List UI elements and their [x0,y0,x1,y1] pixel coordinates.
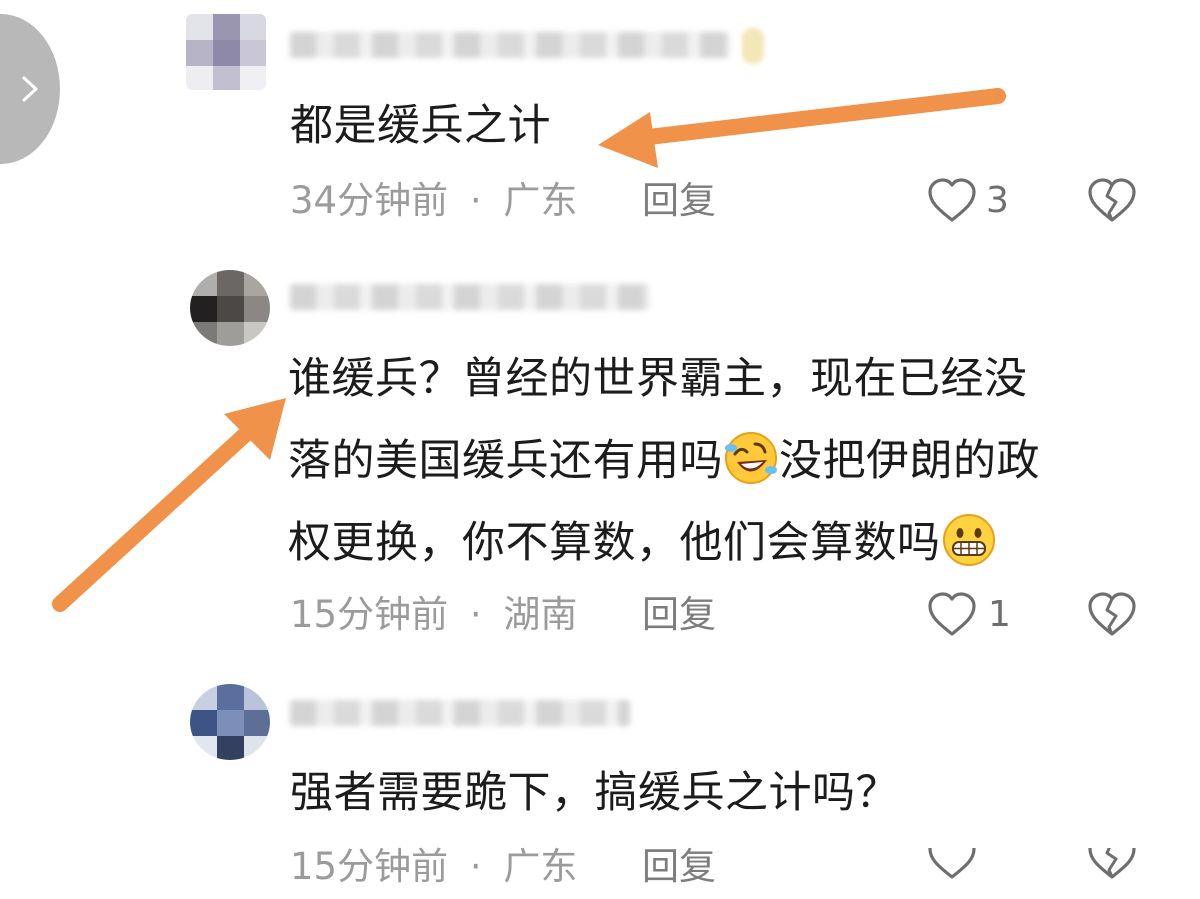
reply-button[interactable]: 回复 [642,844,716,890]
avatar[interactable] [190,684,270,760]
badge-icon [742,28,764,64]
like-count: 1 [988,594,1011,635]
broken-heart-icon[interactable] [1086,591,1138,639]
heart-outline-icon [928,848,976,879]
comment-item: 谁缓兵？曾经的世界霸主，现在已经没 落的美国缓兵还有用吗 没把伊朗的政 权更换，… [0,250,1200,660]
broken-heart-icon[interactable] [1086,177,1138,225]
comment-location: 广东 [503,845,578,888]
comment-meta: 15分钟前 · 广东 [290,844,577,890]
like-button[interactable] [926,848,986,899]
dislike-button[interactable] [1086,848,1142,899]
comment-meta: 34分钟前 · 广东 [290,178,577,224]
comment-location: 广东 [503,179,578,222]
heart-outline-icon [928,178,976,222]
comment-time: 34分钟前 [290,179,449,222]
comment-location: 湖南 [503,593,578,636]
comment-time: 15分钟前 [290,593,449,636]
comment-text: 谁缓兵？曾经的世界霸主，现在已经没 落的美国缓兵还有用吗 没把伊朗的政 权更换，… [288,354,1040,568]
like-count: 3 [986,180,1009,221]
avatar[interactable] [190,270,270,346]
rolling-laughing-emoji [725,431,777,484]
comment-text: 强者需要跪下，搞缓兵之计吗？ [290,768,899,818]
username[interactable] [290,32,730,58]
meta-separator: · [469,179,482,222]
comment-time: 15分钟前 [290,845,449,888]
like-button[interactable]: 1 [926,588,1026,642]
comment-item: 都是缓兵之计 34分钟前 · 广东 回复 3 [0,0,1200,240]
username[interactable] [290,284,650,310]
reply-button[interactable]: 回复 [642,592,716,638]
heart-outline-icon [928,592,976,636]
broken-heart-icon [1088,848,1136,879]
grinning-emoji [942,513,995,566]
comment-text: 都是缓兵之计 [290,101,551,151]
meta-separator: · [469,593,482,636]
avatar[interactable] [186,14,266,90]
meta-separator: · [469,845,482,888]
comment-item: 强者需要跪下，搞缓兵之计吗？ 15分钟前 · 广东 回复 [0,670,1200,899]
like-button[interactable]: 3 [926,174,1026,228]
reply-button[interactable]: 回复 [642,178,716,224]
comment-meta: 15分钟前 · 湖南 [290,592,577,638]
username[interactable] [290,700,630,726]
